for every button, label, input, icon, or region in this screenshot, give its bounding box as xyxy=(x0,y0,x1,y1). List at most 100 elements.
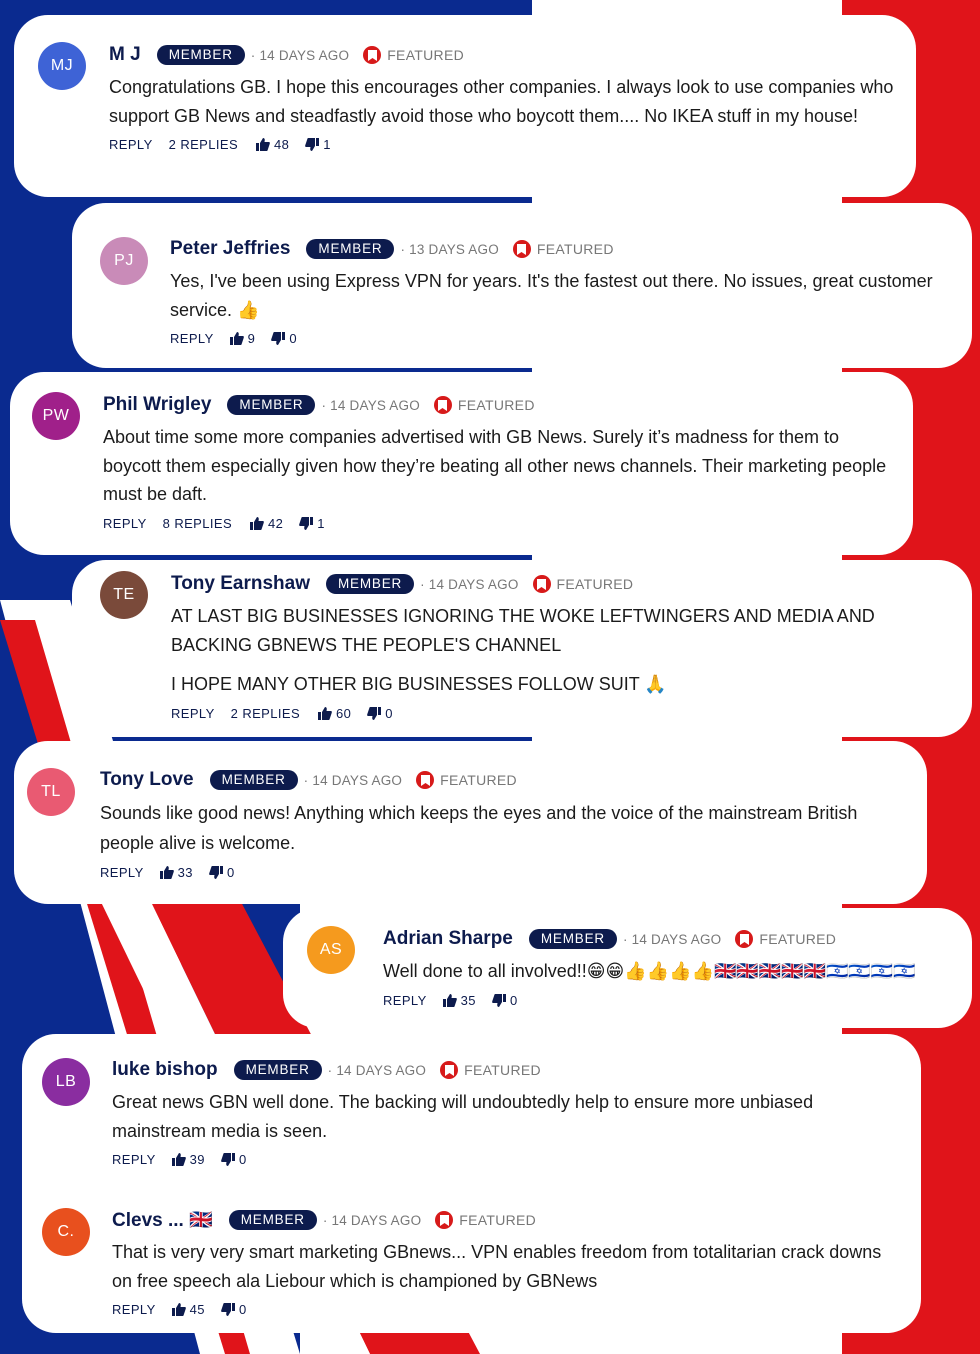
author-name[interactable]: luke bishop xyxy=(112,1059,218,1081)
comment-text: That is very very smart marketing GBnews… xyxy=(112,1242,882,1291)
thumbs-up-icon xyxy=(171,1303,186,1316)
author-name[interactable]: Phil Wrigley xyxy=(103,394,211,416)
avatar[interactable]: C. xyxy=(42,1208,90,1256)
bookmark-icon xyxy=(363,46,382,64)
timestamp: · 14 DAYS AGO xyxy=(321,397,420,413)
dislike-button[interactable]: 0 xyxy=(221,1302,247,1317)
like-button[interactable]: 60 xyxy=(318,706,351,721)
thumbs-up-icon xyxy=(171,1153,186,1166)
reply-button[interactable]: REPLY xyxy=(112,1152,156,1167)
timestamp: · 13 DAYS AGO xyxy=(400,241,499,257)
thumbs-down-icon xyxy=(221,1153,235,1166)
member-badge: MEMBER xyxy=(227,395,316,415)
dislike-button[interactable]: 0 xyxy=(271,331,297,346)
comment-text: AT LAST BIG BUSINESSES IGNORING THE WOKE… xyxy=(171,606,875,694)
avatar[interactable]: TE xyxy=(100,571,148,619)
dislike-button[interactable]: 0 xyxy=(221,1152,247,1167)
replies-link[interactable]: 2 REPLIES xyxy=(231,706,300,721)
avatar[interactable]: TL xyxy=(27,768,75,816)
reply-button[interactable]: REPLY xyxy=(170,331,214,346)
like-button[interactable]: 42 xyxy=(250,516,283,531)
thumbs-down-icon xyxy=(305,138,320,151)
featured-label: FEATURED xyxy=(536,241,614,257)
member-badge: MEMBER xyxy=(209,770,298,790)
reply-button[interactable]: REPLY xyxy=(171,706,215,721)
like-button[interactable]: 9 xyxy=(229,331,256,346)
replies-link[interactable]: 2 REPLIES xyxy=(169,137,238,152)
featured-label: FEATURED xyxy=(440,772,517,788)
author-name[interactable]: Tony Love xyxy=(100,769,194,791)
comment-text: Yes, I've been using Express VPN for yea… xyxy=(170,271,933,320)
author-name[interactable]: Peter Jeffries xyxy=(170,238,290,260)
member-badge: MEMBER xyxy=(306,239,395,259)
comment-text: Great news GBN well done. The backing wi… xyxy=(112,1092,814,1141)
bookmark-icon xyxy=(416,771,435,789)
thumbs-down-icon xyxy=(367,706,382,720)
thumbs-up-icon xyxy=(159,866,174,879)
featured-label: FEATURED xyxy=(387,47,465,63)
thumbs-up-icon xyxy=(229,332,244,345)
reply-card: PJ Peter Jeffries MEMBER · 13 DAYS AGO FE… xyxy=(72,203,972,368)
avatar[interactable]: LB xyxy=(42,1058,90,1106)
bookmark-icon xyxy=(435,1211,454,1229)
bookmark-icon xyxy=(440,1061,459,1079)
timestamp: · 14 DAYS AGO xyxy=(250,47,350,63)
featured-label: FEATURED xyxy=(464,1062,541,1078)
author-name[interactable]: M J xyxy=(109,44,141,66)
like-button[interactable]: 39 xyxy=(171,1152,205,1167)
member-badge: MEMBER xyxy=(228,1210,317,1230)
author-name[interactable]: Clevs ... 🇬🇧 xyxy=(112,1208,213,1232)
thumbs-up-icon xyxy=(256,138,270,151)
featured-label: FEATURED xyxy=(457,397,535,413)
member-badge: MEMBER xyxy=(233,1060,322,1080)
thumbs-down-icon xyxy=(271,332,286,345)
thumbs-down-icon xyxy=(492,993,506,1007)
like-button[interactable]: 45 xyxy=(171,1302,205,1317)
reply-button[interactable]: REPLY xyxy=(383,993,427,1008)
comment-text: Sounds like good news! Anything which ke… xyxy=(100,803,858,853)
comment-text: Congratulations GB. I hope this encourag… xyxy=(109,77,894,126)
bookmark-icon xyxy=(532,575,551,593)
comment-card: PW Phil Wrigley MEMBER · 14 DAYS AGO FEAT… xyxy=(10,372,913,555)
reply-card: TE Tony Earnshaw MEMBER · 14 DAYS AGO FEA… xyxy=(72,560,972,737)
reply-button[interactable]: REPLY xyxy=(103,516,147,531)
bookmark-icon xyxy=(735,930,754,948)
member-badge: MEMBER xyxy=(156,45,245,65)
reply-button[interactable]: REPLY xyxy=(109,137,153,152)
reply-card: AS Adrian Sharpe MEMBER · 14 DAYS AGO FEA… xyxy=(283,908,972,1028)
author-name[interactable]: Tony Earnshaw xyxy=(171,573,310,595)
reply-button[interactable]: REPLY xyxy=(112,1302,156,1317)
timestamp: · 14 DAYS AGO xyxy=(622,931,722,947)
featured-label: FEATURED xyxy=(759,931,837,947)
bookmark-icon xyxy=(512,240,531,258)
avatar[interactable]: PJ xyxy=(100,237,148,285)
timestamp: · 14 DAYS AGO xyxy=(322,1212,422,1228)
timestamp: · 14 DAYS AGO xyxy=(327,1062,427,1078)
timestamp: · 14 DAYS AGO xyxy=(303,772,403,788)
thumbs-down-icon xyxy=(209,866,223,879)
dislike-button[interactable]: 0 xyxy=(367,706,393,721)
author-name[interactable]: Adrian Sharpe xyxy=(383,928,513,950)
like-button[interactable]: 33 xyxy=(159,865,193,880)
avatar[interactable]: AS xyxy=(307,926,355,974)
comment-text: About time some more companies advertise… xyxy=(103,427,887,504)
like-button[interactable]: 48 xyxy=(256,137,289,152)
dislike-button[interactable]: 0 xyxy=(492,993,518,1008)
thumbs-up-icon xyxy=(442,993,457,1007)
featured-label: FEATURED xyxy=(556,576,634,592)
comment-card: TL Tony Love MEMBER · 14 DAYS AGO FEATURE… xyxy=(14,741,927,904)
reply-button[interactable]: REPLY xyxy=(100,865,144,880)
dislike-button[interactable]: 0 xyxy=(209,865,235,880)
member-badge: MEMBER xyxy=(528,929,617,949)
thumbs-up-icon xyxy=(318,706,332,720)
comment-text: Well done to all involved!!😁😁👍👍👍👍🇬🇧🇬🇧🇬🇧🇬… xyxy=(383,961,916,981)
dislike-button[interactable]: 1 xyxy=(299,516,325,531)
dislike-button[interactable]: 1 xyxy=(305,137,331,152)
avatar[interactable]: PW xyxy=(32,392,80,440)
featured-label: FEATURED xyxy=(459,1212,537,1228)
replies-link[interactable]: 8 REPLIES xyxy=(163,516,232,531)
like-button[interactable]: 35 xyxy=(442,993,476,1008)
avatar[interactable]: MJ xyxy=(38,42,86,90)
comment-card: LB luke bishop MEMBER · 14 DAYS AGO FEATU… xyxy=(22,1034,921,1333)
bookmark-icon xyxy=(433,396,452,414)
